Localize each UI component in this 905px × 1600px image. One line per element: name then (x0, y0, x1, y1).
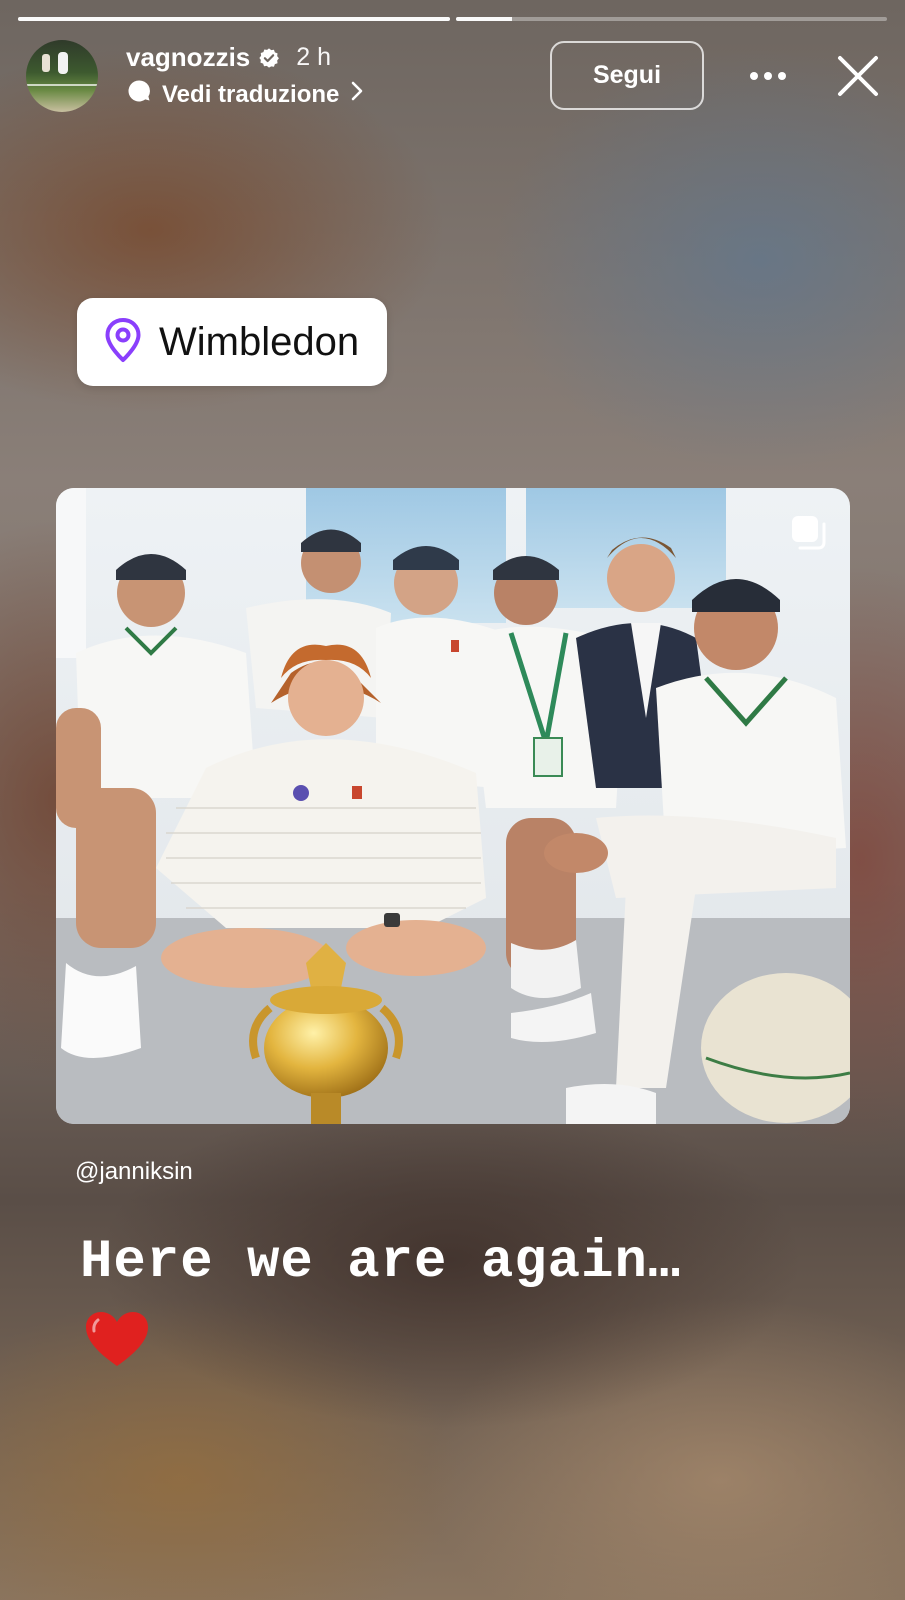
location-sticker[interactable]: Wimbledon (77, 298, 388, 386)
follow-button[interactable]: Segui (550, 41, 704, 110)
close-icon[interactable] (834, 52, 882, 100)
verified-icon (258, 47, 280, 69)
story-viewer[interactable]: vagnozzis 2 h Vedi traduzione Segui Wimb… (0, 0, 905, 1600)
shared-post-image[interactable] (56, 488, 850, 1124)
chevron-right-icon (349, 80, 365, 109)
avatar[interactable] (26, 40, 98, 112)
more-icon[interactable] (748, 56, 788, 96)
progress-segment (18, 17, 450, 21)
story-progress (18, 17, 887, 21)
location-pin-icon (103, 317, 143, 368)
carousel-icon (788, 512, 828, 552)
translate-label: Vedi traduzione (162, 80, 340, 108)
translate-link[interactable]: Vedi traduzione (126, 78, 365, 111)
translate-bubble-icon (126, 78, 152, 111)
story-header: vagnozzis 2 h Vedi traduzione Segui (26, 40, 887, 112)
username[interactable]: vagnozzis (126, 42, 250, 73)
heart-emoji (84, 1310, 150, 1370)
mention-tag[interactable]: @janniksin (75, 1158, 193, 1186)
username-row: vagnozzis 2 h (126, 42, 331, 73)
story-caption: Here we are again… (80, 1232, 682, 1293)
location-label: Wimbledon (159, 319, 360, 364)
post-time: 2 h (296, 43, 332, 71)
progress-segment (455, 17, 887, 21)
